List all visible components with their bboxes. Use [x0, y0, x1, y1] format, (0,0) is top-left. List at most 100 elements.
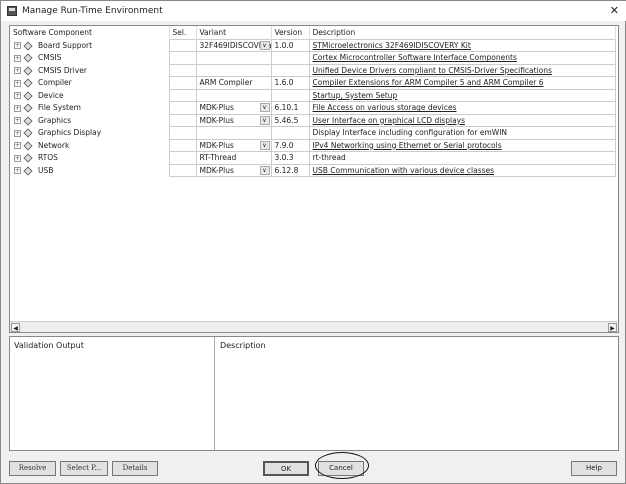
version-value: 6.10.1	[274, 103, 299, 113]
expand-icon[interactable]: +	[14, 54, 21, 62]
sel-cell[interactable]	[168, 88, 197, 102]
description-cell[interactable]: File Access on various storage devices	[308, 101, 616, 115]
col-sel[interactable]: Sel.	[169, 26, 197, 39]
close-icon[interactable]: ✕	[610, 4, 619, 17]
description-link[interactable]: Unified Device Drivers compliant to CMSI…	[313, 66, 552, 75]
version-cell: 7.9.0	[270, 138, 310, 152]
sel-cell[interactable]	[168, 76, 197, 90]
description-cell[interactable]: Cortex Microcontroller Software Interfac…	[308, 51, 616, 65]
chevron-down-icon[interactable]: ∨	[259, 103, 270, 112]
description-cell[interactable]: Unified Device Drivers compliant to CMSI…	[308, 63, 616, 77]
table-row[interactable]: + RTOS RT-Thread 3.0.3 rt-thread	[10, 151, 616, 165]
validation-output-panel: Validation Output	[10, 337, 215, 450]
table-row[interactable]: + File System MDK-Plus ∨ 6.10.1 File Acces…	[10, 101, 616, 115]
table-row[interactable]: + Compiler ARM Compiler 1.6.0 Compiler Ex…	[10, 76, 616, 90]
chevron-down-icon[interactable]: ∨	[259, 40, 270, 50]
table-row[interactable]: + Device Startup, System Setup	[10, 88, 616, 102]
sel-cell[interactable]	[168, 63, 197, 77]
expand-icon[interactable]: +	[14, 79, 21, 87]
expand-icon[interactable]: +	[14, 117, 21, 125]
sel-cell[interactable]	[168, 51, 197, 65]
variant-cell[interactable]: MDK-Plus ∨	[195, 163, 272, 177]
description-link[interactable]: STMicroelectronics 32F469IDISCOVERY Kit	[313, 41, 471, 50]
col-software-component[interactable]: Software Component	[10, 26, 170, 39]
description-cell: Display Interface including configuratio…	[308, 126, 616, 140]
expand-icon[interactable]: +	[14, 92, 21, 100]
version-cell	[270, 63, 310, 77]
description-cell[interactable]: Compiler Extensions for ARM Compiler 5 a…	[308, 76, 616, 90]
table-row[interactable]: + CMSIS Cortex Microcontroller Software I…	[10, 51, 616, 65]
details-button[interactable]: Details	[112, 461, 158, 476]
description-panel: Description	[216, 337, 270, 354]
description-cell[interactable]: USB Communication with various device cl…	[308, 163, 616, 177]
description-link[interactable]: File Access on various storage devices	[313, 103, 457, 112]
variant-cell[interactable]: MDK-Plus ∨	[195, 113, 272, 127]
scroll-left-icon[interactable]: ◀	[11, 323, 20, 332]
version-value: 6.12.8	[274, 165, 299, 175]
component-name: USB	[38, 165, 54, 175]
variant-cell[interactable]: MDK-Plus ∨	[195, 101, 272, 115]
component-cell: + Network	[10, 139, 169, 152]
expand-icon[interactable]: +	[14, 104, 21, 112]
cancel-button[interactable]: Cancel	[318, 461, 364, 476]
col-variant[interactable]: Variant	[196, 26, 272, 39]
help-button[interactable]: Help	[571, 461, 617, 476]
expand-icon[interactable]: +	[14, 129, 21, 137]
sel-cell[interactable]	[168, 151, 197, 165]
expand-icon[interactable]: +	[14, 167, 21, 175]
version-value: 1.6.0	[274, 78, 294, 88]
description-link[interactable]: User Interface on graphical LCD displays	[313, 116, 466, 125]
expand-icon[interactable]: +	[14, 42, 21, 50]
table-row[interactable]: + Board Support 32F469IDISCOVERY ∨ 1.0.0 S…	[10, 38, 616, 52]
table-row[interactable]: + CMSIS Driver Unified Device Drivers com…	[10, 63, 616, 77]
description-text: rt-thread	[312, 153, 346, 163]
table-row[interactable]: + USB MDK-Plus ∨ 6.12.8 USB Communication …	[10, 163, 616, 177]
component-diamond-icon	[23, 153, 33, 163]
table-row[interactable]: + Graphics Display Display Interface incl…	[10, 126, 616, 140]
version-cell	[270, 88, 310, 102]
component-cell: + Device	[10, 89, 169, 102]
description-cell[interactable]: STMicroelectronics 32F469IDISCOVERY Kit	[308, 38, 616, 52]
component-name: Graphics Display	[38, 128, 102, 138]
scroll-right-icon[interactable]: ▶	[608, 323, 617, 332]
chevron-down-icon[interactable]: ∨	[259, 115, 270, 125]
validation-output-label: Validation Output	[14, 341, 84, 350]
resolve-button[interactable]: Resolve	[9, 461, 56, 476]
component-diamond-icon	[23, 116, 33, 126]
description-cell[interactable]: IPv4 Networking using Ethernet or Serial…	[308, 138, 616, 152]
horizontal-scrollbar[interactable]: ◀ ▶	[10, 321, 618, 332]
description-cell[interactable]: Startup, System Setup	[308, 88, 616, 102]
component-cell: + Graphics Display	[10, 127, 169, 140]
col-description[interactable]: Description	[309, 26, 616, 39]
expand-icon[interactable]: +	[14, 142, 21, 150]
component-cell: + File System	[10, 102, 169, 115]
description-cell[interactable]: User Interface on graphical LCD displays	[308, 113, 616, 127]
variant-value: RT-Thread	[199, 153, 237, 163]
sel-cell[interactable]	[168, 38, 197, 52]
description-link[interactable]: Startup, System Setup	[313, 91, 398, 100]
variant-cell[interactable]: 32F469IDISCOVERY ∨	[195, 38, 272, 52]
expand-icon[interactable]: +	[14, 154, 21, 162]
col-version[interactable]: Version	[271, 26, 310, 39]
sel-cell[interactable]	[168, 163, 197, 177]
sel-cell[interactable]	[168, 113, 197, 127]
component-diamond-icon	[23, 78, 33, 88]
variant-cell[interactable]: MDK-Plus ∨	[195, 138, 272, 152]
version-value: 5.46.5	[274, 115, 299, 125]
table-row[interactable]: + Network MDK-Plus ∨ 7.9.0 IPv4 Networking…	[10, 138, 616, 152]
description-link[interactable]: IPv4 Networking using Ethernet or Serial…	[313, 141, 502, 150]
chevron-down-icon[interactable]: ∨	[259, 165, 270, 175]
select-packs-button[interactable]: Select P...	[60, 461, 108, 476]
description-link[interactable]: Cortex Microcontroller Software Interfac…	[313, 53, 517, 62]
ok-button[interactable]: OK	[263, 461, 309, 476]
description-link[interactable]: USB Communication with various device cl…	[313, 166, 495, 175]
chevron-down-icon[interactable]: ∨	[259, 140, 270, 150]
expand-icon[interactable]: +	[14, 67, 21, 75]
description-link[interactable]: Compiler Extensions for ARM Compiler 5 a…	[313, 78, 544, 87]
sel-cell[interactable]	[168, 126, 197, 140]
sel-cell[interactable]	[168, 101, 197, 115]
variant-value: ARM Compiler	[199, 78, 253, 88]
table-row[interactable]: + Graphics MDK-Plus ∨ 5.46.5 User Interfac…	[10, 113, 616, 127]
component-name: Compiler	[38, 78, 72, 88]
sel-cell[interactable]	[168, 138, 197, 152]
